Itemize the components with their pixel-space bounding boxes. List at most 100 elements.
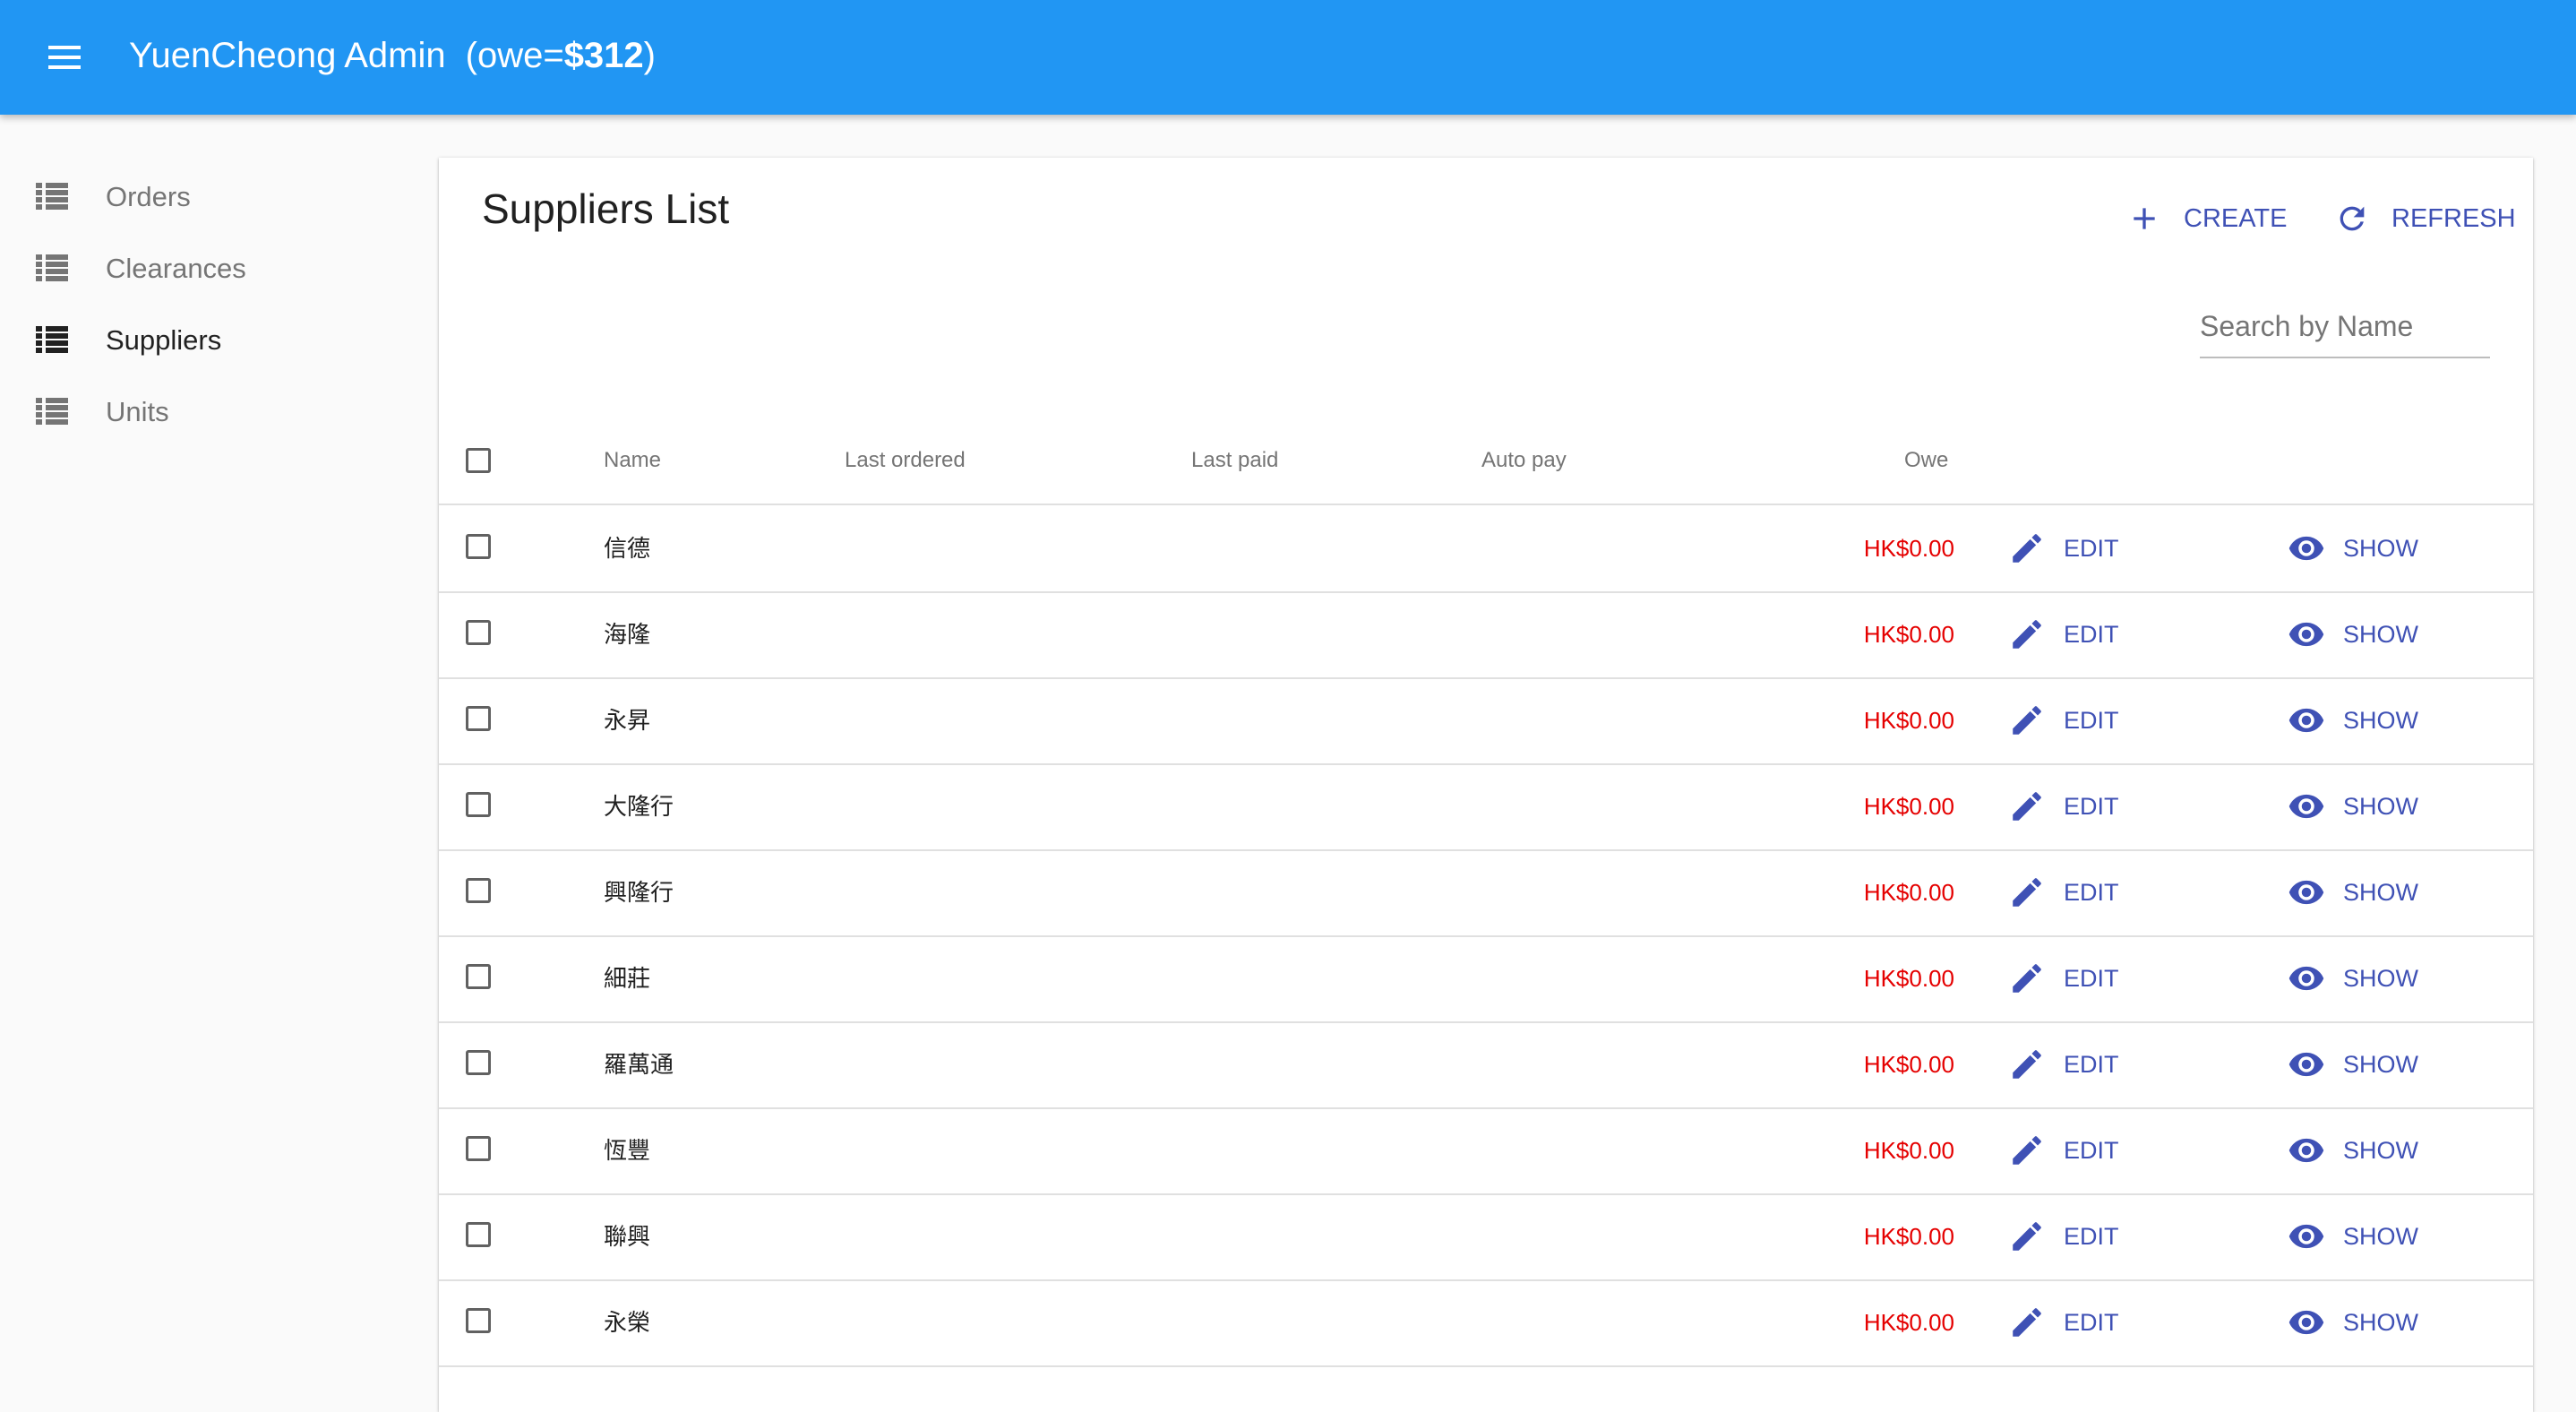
show-button[interactable]: SHOW xyxy=(2288,787,2418,826)
column-header-last-ordered[interactable]: Last ordered xyxy=(845,418,966,504)
edit-label: EDIT xyxy=(2064,1050,2119,1078)
table-row[interactable]: 恆豐 HK$0.00 EDIT SHOW xyxy=(439,1107,2533,1195)
owe-amount-cell: HK$0.00 xyxy=(1863,965,1954,992)
edit-button[interactable]: EDIT xyxy=(2008,1303,2119,1342)
edit-button[interactable]: EDIT xyxy=(2008,615,2119,654)
pencil-icon xyxy=(2013,620,2041,649)
show-button[interactable]: SHOW xyxy=(2288,873,2418,912)
show-label: SHOW xyxy=(2343,1050,2418,1078)
edit-button[interactable]: EDIT xyxy=(2008,529,2119,568)
pencil-icon xyxy=(2013,792,2041,821)
row-checkbox[interactable] xyxy=(466,1308,491,1333)
table-row[interactable]: 興隆行 HK$0.00 EDIT SHOW xyxy=(439,849,2533,937)
show-button[interactable]: SHOW xyxy=(2288,1045,2418,1084)
eye-icon xyxy=(2288,708,2324,733)
hamburger-menu-icon[interactable] xyxy=(39,36,90,79)
select-all-checkbox[interactable] xyxy=(466,448,491,473)
edit-button[interactable]: EDIT xyxy=(2008,959,2119,998)
search-input[interactable] xyxy=(2200,306,2490,346)
pencil-icon xyxy=(2013,1308,2041,1337)
eye-icon xyxy=(2288,536,2324,561)
row-checkbox[interactable] xyxy=(466,1050,491,1075)
edit-label: EDIT xyxy=(2064,1308,2119,1336)
edit-button[interactable]: EDIT xyxy=(2008,787,2119,826)
sidebar-item-orders[interactable]: Orders xyxy=(0,161,394,233)
table-row[interactable]: 羅萬通 HK$0.00 EDIT SHOW xyxy=(439,1021,2533,1109)
pencil-icon xyxy=(2013,534,2041,563)
row-checkbox[interactable] xyxy=(466,620,491,645)
edit-label: EDIT xyxy=(2064,1136,2119,1164)
row-checkbox[interactable] xyxy=(466,792,491,817)
show-button[interactable]: SHOW xyxy=(2288,615,2418,654)
table-row[interactable]: 永榮 HK$0.00 EDIT SHOW xyxy=(439,1279,2533,1367)
table-row[interactable]: 海隆 HK$0.00 EDIT SHOW xyxy=(439,591,2533,679)
edit-label: EDIT xyxy=(2064,1222,2119,1250)
show-button[interactable]: SHOW xyxy=(2288,959,2418,998)
row-checkbox[interactable] xyxy=(466,706,491,731)
sidebar-item-suppliers[interactable]: Suppliers xyxy=(0,305,394,376)
pencil-icon xyxy=(2013,706,2041,735)
owe-amount-cell: HK$0.00 xyxy=(1863,1223,1954,1250)
row-checkbox[interactable] xyxy=(466,964,491,989)
show-button[interactable]: SHOW xyxy=(2288,1131,2418,1170)
supplier-name: 大隆行 xyxy=(604,793,674,820)
show-label: SHOW xyxy=(2343,706,2418,734)
owe-amount-cell: HK$0.00 xyxy=(1863,879,1954,906)
edit-button[interactable]: EDIT xyxy=(2008,873,2119,912)
show-label: SHOW xyxy=(2343,534,2418,562)
show-button[interactable]: SHOW xyxy=(2288,529,2418,568)
pencil-icon xyxy=(2013,1222,2041,1251)
sidebar-item-clearances[interactable]: Clearances xyxy=(0,233,394,305)
table-row[interactable]: 大隆行 HK$0.00 EDIT SHOW xyxy=(439,763,2533,851)
table-row[interactable]: 永昇 HK$0.00 EDIT SHOW xyxy=(439,677,2533,765)
edit-label: EDIT xyxy=(2064,964,2119,992)
edit-label: EDIT xyxy=(2064,706,2119,734)
row-checkbox[interactable] xyxy=(466,878,491,903)
edit-button[interactable]: EDIT xyxy=(2008,1131,2119,1170)
sidebar-item-units[interactable]: Units xyxy=(0,376,394,448)
edit-button[interactable]: EDIT xyxy=(2008,1217,2119,1256)
show-button[interactable]: SHOW xyxy=(2288,701,2418,740)
refresh-button[interactable]: REFRESH xyxy=(2334,192,2516,245)
table-row[interactable]: 細莊 HK$0.00 EDIT SHOW xyxy=(439,935,2533,1023)
show-label: SHOW xyxy=(2343,792,2418,820)
create-button[interactable]: CREATE xyxy=(2126,192,2287,245)
show-label: SHOW xyxy=(2343,964,2418,992)
table-header: Name Last ordered Last paid Auto pay Owe xyxy=(439,418,2533,505)
eye-icon xyxy=(2288,622,2324,647)
app-title: YuenCheong Admin (owe=$312) xyxy=(129,27,656,84)
list-icon xyxy=(36,254,68,281)
pencil-icon xyxy=(2013,1050,2041,1079)
refresh-icon xyxy=(2340,206,2365,231)
edit-label: EDIT xyxy=(2064,878,2119,906)
supplier-name: 聯興 xyxy=(604,1223,651,1250)
sidebar-item-label: Clearances xyxy=(106,253,246,284)
row-checkbox[interactable] xyxy=(466,534,491,559)
show-button[interactable]: SHOW xyxy=(2288,1303,2418,1342)
eye-icon xyxy=(2288,1138,2324,1163)
eye-icon xyxy=(2288,794,2324,819)
show-button[interactable]: SHOW xyxy=(2288,1217,2418,1256)
edit-button[interactable]: EDIT xyxy=(2008,701,2119,740)
column-header-auto-pay[interactable]: Auto pay xyxy=(1481,418,1567,504)
row-checkbox[interactable] xyxy=(466,1222,491,1247)
show-label: SHOW xyxy=(2343,1136,2418,1164)
column-header-last-paid[interactable]: Last paid xyxy=(1191,418,1278,504)
show-label: SHOW xyxy=(2343,1308,2418,1336)
owe-amount-cell: HK$0.00 xyxy=(1863,621,1954,648)
table-row[interactable]: 信德 HK$0.00 EDIT SHOW xyxy=(439,505,2533,593)
supplier-name: 恆豐 xyxy=(604,1137,651,1164)
row-checkbox[interactable] xyxy=(466,1136,491,1161)
table-row[interactable]: 聯興 HK$0.00 EDIT SHOW xyxy=(439,1193,2533,1281)
plus-icon xyxy=(2134,208,2155,229)
eye-icon xyxy=(2288,1310,2324,1335)
column-header-owe[interactable]: Owe xyxy=(1904,418,1948,504)
edit-button[interactable]: EDIT xyxy=(2008,1045,2119,1084)
supplier-name: 細莊 xyxy=(604,965,651,992)
edit-label: EDIT xyxy=(2064,534,2119,562)
sidebar-item-label: Suppliers xyxy=(106,324,222,356)
column-header-name[interactable]: Name xyxy=(604,418,661,504)
app-bar: YuenCheong Admin (owe=$312) xyxy=(0,0,2576,115)
owe-summary: (owe=$312) xyxy=(465,36,656,75)
page-title: Suppliers List xyxy=(482,185,730,232)
